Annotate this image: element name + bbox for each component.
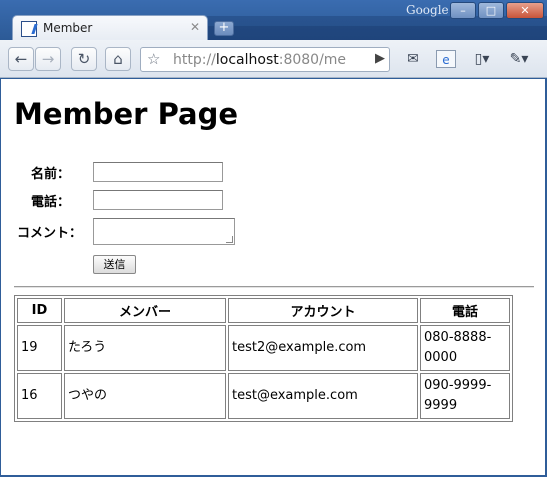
cell-member: たろう — [64, 325, 226, 371]
name-label: 名前： — [31, 167, 71, 182]
phone-field[interactable] — [93, 190, 223, 210]
cell-id: 16 — [17, 373, 62, 419]
page-menu-icon[interactable]: ▯▾ — [468, 50, 496, 68]
tab-member[interactable]: Member ✕ — [12, 15, 208, 41]
divider — [14, 286, 534, 288]
browser-window: Google – □ ✕ Member ✕ + ← → ↻ ⌂ ☆ http:/… — [0, 0, 547, 477]
cell-account: test@example.com — [228, 373, 418, 419]
google-label: Google — [406, 3, 449, 17]
title-bar: Google – □ ✕ Member ✕ + — [0, 0, 547, 41]
cell-id: 19 — [17, 325, 62, 371]
submit-button[interactable]: 送信 — [93, 255, 136, 274]
cell-member: つやの — [64, 373, 226, 419]
url-text[interactable]: http://localhost:8080/me — [173, 52, 363, 68]
cell-phone: 090-9999-9999 — [420, 373, 510, 419]
cell-account: test2@example.com — [228, 325, 418, 371]
go-arrow-icon[interactable]: ▶ — [375, 51, 385, 66]
phone-label: 電話： — [31, 195, 71, 210]
comment-textarea[interactable] — [93, 218, 235, 245]
tab-title: Member — [43, 21, 93, 35]
member-table: ID メンバー アカウント 電話 19 たろう test2@example.co… — [14, 295, 513, 422]
address-bar[interactable]: ☆ http://localhost:8080/me ▶ — [140, 47, 390, 72]
ie-tab-icon[interactable]: e — [436, 50, 456, 68]
toolbar: ← → ↻ ⌂ ☆ http://localhost:8080/me ▶ ✉ e… — [0, 40, 547, 78]
table-row: 19 たろう test2@example.com 080-8888-0000 — [17, 325, 510, 371]
minimize-button[interactable]: – — [450, 2, 476, 19]
bookmark-star-icon[interactable]: ☆ — [147, 50, 160, 68]
mail-icon[interactable]: ✉ — [403, 50, 423, 68]
page-title: Member Page — [14, 97, 239, 131]
table-header-row: ID メンバー アカウント 電話 — [17, 298, 510, 323]
page-content: Member Page 名前： 電話： コメント： 送信 ID メンバー アカウ… — [0, 79, 545, 475]
tab-close-icon[interactable]: ✕ — [190, 20, 200, 34]
new-tab-button[interactable]: + — [214, 21, 234, 36]
comment-label: コメント： — [17, 226, 83, 241]
close-window-button[interactable]: ✕ — [506, 2, 544, 19]
column-header-id: ID — [17, 298, 62, 323]
reload-button[interactable]: ↻ — [71, 47, 97, 71]
cell-phone: 080-8888-0000 — [420, 325, 510, 371]
name-field[interactable] — [93, 162, 223, 182]
home-button[interactable]: ⌂ — [105, 47, 131, 71]
column-header-account: アカウント — [228, 298, 418, 323]
back-button[interactable]: ← — [8, 47, 34, 71]
maximize-button[interactable]: □ — [478, 2, 504, 19]
page-favicon-icon — [21, 21, 37, 37]
column-header-phone: 電話 — [420, 298, 510, 323]
forward-button[interactable]: → — [35, 47, 61, 71]
wrench-menu-icon[interactable]: ✎▾ — [504, 50, 534, 68]
column-header-member: メンバー — [64, 298, 226, 323]
table-row: 16 つやの test@example.com 090-9999-9999 — [17, 373, 510, 419]
